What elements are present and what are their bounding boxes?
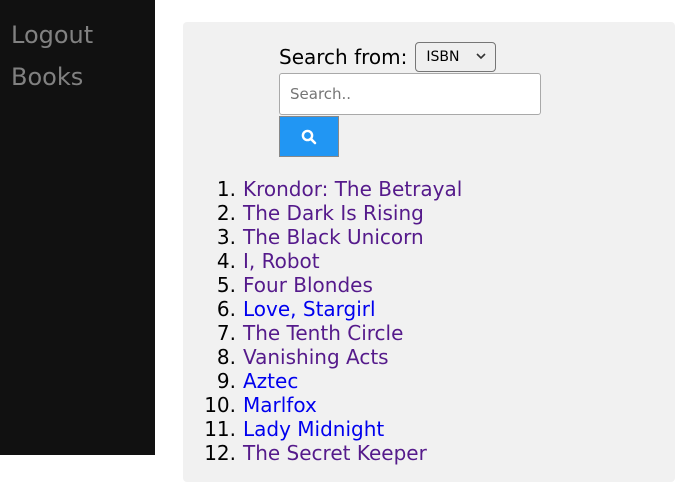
search-icon (301, 129, 317, 144)
list-item-number: 6. (216, 297, 236, 321)
sidebar: Logout Books (0, 0, 155, 455)
book-link[interactable]: The Tenth Circle (243, 321, 403, 345)
search-from-label: Search from: (279, 45, 408, 69)
book-link[interactable]: Marlfox (243, 393, 317, 417)
sidebar-item-logout[interactable]: Logout (0, 14, 155, 56)
search-input[interactable] (279, 73, 541, 115)
list-item: 4. I, Robot (193, 249, 462, 273)
list-item-number: 3. (216, 225, 236, 249)
chevron-down-icon (476, 53, 486, 60)
list-item: 3. The Black Unicorn (193, 225, 462, 249)
book-link[interactable]: I, Robot (243, 249, 320, 273)
list-item-number: 8. (216, 345, 236, 369)
list-item: 5. Four Blondes (193, 273, 462, 297)
search-field-select[interactable]: ISBN (415, 42, 497, 72)
list-item: 8. Vanishing Acts (193, 345, 462, 369)
list-item-number: 11. (204, 417, 236, 441)
list-item-number: 9. (216, 369, 236, 393)
list-item-number: 2. (216, 201, 236, 225)
book-link[interactable]: Aztec (243, 369, 298, 393)
search-field-select-value: ISBN (426, 49, 460, 65)
book-list: 1. Krondor: The Betrayal 2. The Dark Is Ris… (193, 177, 462, 465)
list-item-number: 5. (216, 273, 236, 297)
book-link[interactable]: Krondor: The Betrayal (243, 177, 462, 201)
list-item: 6. Love, Stargirl (193, 297, 462, 321)
list-item-number: 1. (216, 177, 236, 201)
book-link[interactable]: Vanishing Acts (243, 345, 389, 369)
list-item-number: 4. (216, 249, 236, 273)
search-button[interactable] (279, 116, 339, 157)
list-item: 10. Marlfox (193, 393, 462, 417)
search-row: Search from: ISBN (279, 42, 497, 72)
list-item-number: 10. (204, 393, 236, 417)
list-item: 1. Krondor: The Betrayal (193, 177, 462, 201)
book-link[interactable]: Four Blondes (243, 273, 373, 297)
book-link[interactable]: Lady Midnight (243, 417, 384, 441)
book-link[interactable]: The Secret Keeper (243, 441, 427, 465)
list-item: 7. The Tenth Circle (193, 321, 462, 345)
book-link[interactable]: The Black Unicorn (243, 225, 424, 249)
list-item: 2. The Dark Is Rising (193, 201, 462, 225)
list-item-number: 7. (216, 321, 236, 345)
sidebar-item-books[interactable]: Books (0, 56, 155, 98)
list-item: 9. Aztec (193, 369, 462, 393)
book-link[interactable]: The Dark Is Rising (243, 201, 424, 225)
list-item-number: 12. (204, 441, 236, 465)
book-link[interactable]: Love, Stargirl (243, 297, 376, 321)
list-item: 11. Lady Midnight (193, 417, 462, 441)
search-panel: Search from: ISBN 1. Krondor: The Betraya… (183, 22, 675, 482)
list-item: 12. The Secret Keeper (193, 441, 462, 465)
